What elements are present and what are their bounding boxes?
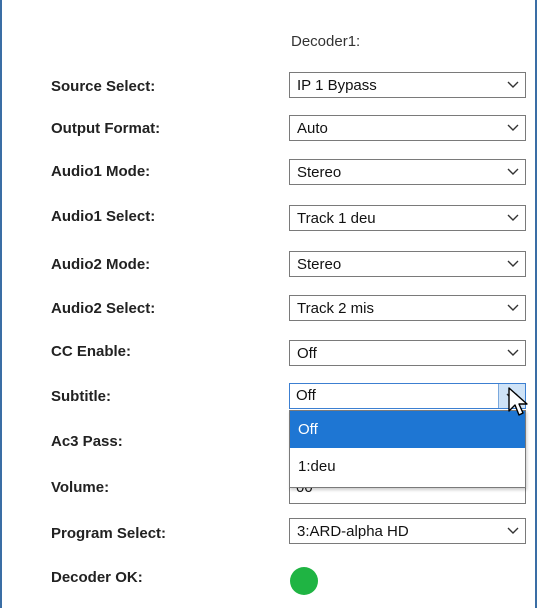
label-source-select: Source Select: <box>51 78 156 95</box>
output-format-value: Auto <box>297 120 328 137</box>
audio1-mode-value: Stereo <box>297 164 342 181</box>
decoder-column-header: Decoder1: <box>291 33 361 50</box>
chevron-down-icon <box>507 81 519 88</box>
audio1-select-value: Track 1 deu <box>297 210 376 227</box>
audio2-mode-value: Stereo <box>297 256 342 273</box>
subtitle-value: Off <box>296 387 316 404</box>
audio2-select-value: Track 2 mis <box>297 300 374 317</box>
option-label: Off <box>298 421 318 438</box>
chevron-down-icon <box>507 349 519 356</box>
subtitle-option-off[interactable]: Off <box>290 411 525 448</box>
label-cc-enable: CC Enable: <box>51 343 132 360</box>
label-decoder-ok: Decoder OK: <box>51 569 143 586</box>
label-audio2-mode: Audio2 Mode: <box>51 256 151 273</box>
decoder-ok-status-led <box>290 567 318 595</box>
source-select-dropdown[interactable]: IP 1 Bypass <box>289 72 526 98</box>
cc-enable-value: Off <box>297 345 317 362</box>
audio2-select-dropdown[interactable]: Track 2 mis <box>289 295 526 321</box>
audio1-select-dropdown[interactable]: Track 1 deu <box>289 205 526 231</box>
label-audio1-mode: Audio1 Mode: <box>51 163 151 180</box>
chevron-down-icon <box>507 214 519 221</box>
source-select-value: IP 1 Bypass <box>297 77 377 94</box>
label-audio2-select: Audio2 Select: <box>51 300 156 317</box>
mouse-pointer-icon <box>508 387 528 416</box>
program-select-value: 3:ARD-alpha HD <box>297 523 409 540</box>
label-volume: Volume: <box>51 479 110 496</box>
label-subtitle: Subtitle: <box>51 388 111 405</box>
subtitle-option-1-deu[interactable]: 1:deu <box>290 448 525 485</box>
audio2-mode-dropdown[interactable]: Stereo <box>289 251 526 277</box>
subtitle-dropdown[interactable]: Off <box>289 383 526 409</box>
chevron-down-icon <box>507 260 519 267</box>
chevron-down-icon <box>507 527 519 534</box>
output-format-dropdown[interactable]: Auto <box>289 115 526 141</box>
label-ac3-pass: Ac3 Pass: <box>51 433 123 450</box>
decoder-settings-panel: Decoder1: Source Select: Output Format: … <box>0 0 537 608</box>
label-output-format: Output Format: <box>51 120 161 137</box>
audio1-mode-dropdown[interactable]: Stereo <box>289 159 526 185</box>
chevron-down-icon <box>507 304 519 311</box>
option-label: 1:deu <box>298 458 336 475</box>
label-program-select: Program Select: <box>51 525 167 542</box>
chevron-down-icon <box>507 168 519 175</box>
label-audio1-select: Audio1 Select: <box>51 208 156 225</box>
chevron-down-icon <box>507 124 519 131</box>
program-select-dropdown[interactable]: 3:ARD-alpha HD <box>289 518 526 544</box>
cc-enable-dropdown[interactable]: Off <box>289 340 526 366</box>
subtitle-options-list: Off 1:deu <box>289 410 526 488</box>
